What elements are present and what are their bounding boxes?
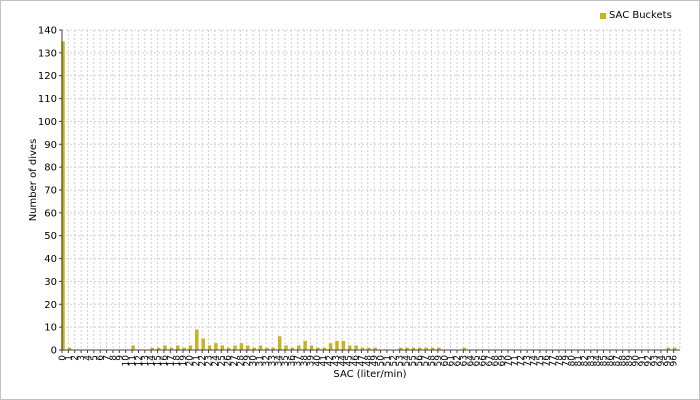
y-tick-label: 50 <box>44 231 57 242</box>
sac-histogram-chart: 0 10 20 30 40 50 60 70 80 90 100 110 120 130 140 01234… <box>28 26 681 380</box>
y-tick-label: 100 <box>38 117 57 128</box>
bar <box>220 345 225 350</box>
bar <box>207 345 212 350</box>
bar <box>354 345 358 350</box>
y-tick-label: 0 <box>51 346 57 357</box>
y-tick-label: 140 <box>38 26 57 37</box>
bar <box>195 329 199 350</box>
y-tick-label: 70 <box>44 186 57 197</box>
bar <box>246 345 250 350</box>
x-tick-label: 96 <box>670 355 680 367</box>
y-tick-label: 120 <box>38 71 57 82</box>
y-tick-label: 20 <box>44 300 57 311</box>
y-tick-label: 10 <box>44 323 57 334</box>
y-tick-label: 80 <box>44 163 57 174</box>
y-tick-label: 40 <box>44 254 57 265</box>
bar <box>335 340 339 350</box>
grid-lines <box>61 29 681 351</box>
y-tick-label: 30 <box>44 277 57 288</box>
bar <box>347 345 352 350</box>
legend-label: SAC Buckets <box>609 10 672 21</box>
y-tick-label: 90 <box>44 140 57 151</box>
bar <box>214 343 218 350</box>
bar <box>328 343 333 350</box>
bar <box>284 345 288 350</box>
bar <box>131 345 135 350</box>
bar <box>296 345 301 350</box>
y-axis-label: Number of dives <box>28 139 39 222</box>
bar <box>233 345 237 350</box>
bar <box>175 345 180 350</box>
bar <box>303 340 307 350</box>
bar <box>239 343 244 350</box>
x-axis-label: SAC (liter/min) <box>333 369 406 380</box>
bar <box>258 345 263 350</box>
legend: SAC Buckets <box>600 10 672 21</box>
bar <box>277 336 282 350</box>
y-tick-label: 130 <box>38 48 57 59</box>
y-tick-label: 110 <box>38 94 57 105</box>
legend-swatch <box>600 12 606 19</box>
y-tick-label: 60 <box>44 208 57 219</box>
bar <box>309 345 314 350</box>
y-tick-labels: 0 10 20 30 40 50 60 70 80 90 100 110 120 130 140 <box>38 26 62 357</box>
bar <box>341 340 346 350</box>
x-tick-labels: 0123456789101112131415161718192021222324… <box>58 350 680 366</box>
bar <box>201 338 205 350</box>
bar <box>163 345 167 350</box>
bar <box>188 345 193 350</box>
